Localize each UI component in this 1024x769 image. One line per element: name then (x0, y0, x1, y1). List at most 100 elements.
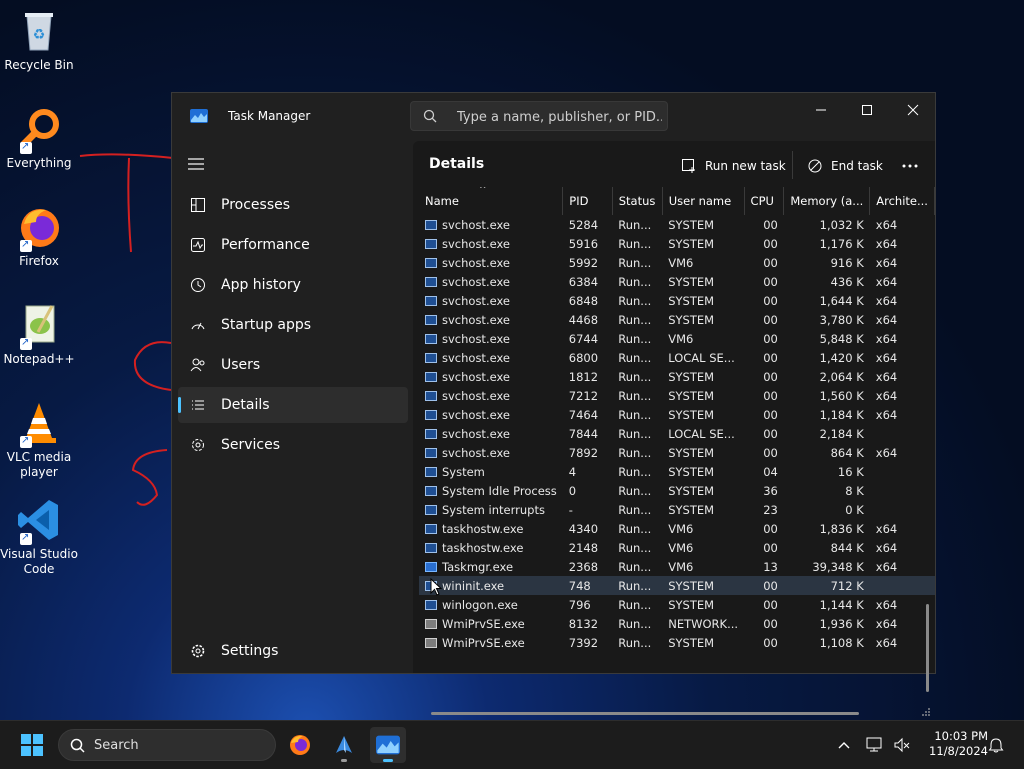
column-header-status[interactable]: Status (612, 187, 663, 215)
more-options-button[interactable] (901, 155, 927, 177)
desktop-icon-vscode[interactable]: Visual Studio Code (0, 497, 78, 577)
cell-cpu: 04 (763, 464, 778, 479)
sidebar-item-startup-apps[interactable]: Startup apps (178, 307, 408, 343)
table-row[interactable]: System interrupts - Run... SYSTEM 23 0 K (419, 500, 935, 519)
search-box[interactable] (410, 101, 668, 131)
cell-cpu: 00 (763, 217, 778, 232)
taskbar-firefox[interactable] (282, 727, 318, 763)
hamburger-menu-icon[interactable] (188, 157, 204, 171)
cell-memory: 1,144 K (819, 597, 864, 612)
resize-grip-icon[interactable] (921, 707, 931, 717)
running-indicator (341, 759, 347, 762)
taskbar-task-manager[interactable] (370, 727, 406, 763)
cell-architecture: x64 (875, 350, 898, 365)
sidebar-item-services[interactable]: Services (178, 427, 408, 463)
search-input[interactable] (455, 106, 664, 128)
cell-name: taskhostw.exe (419, 538, 563, 557)
sidebar-item-details[interactable]: Details (178, 387, 408, 423)
table-row[interactable]: svchost.exe 4468 Run... SYSTEM 00 3,780 K x64 (419, 310, 935, 329)
close-button[interactable] (890, 97, 936, 123)
process-name: svchost.exe (442, 293, 511, 308)
minimize-icon (816, 109, 826, 111)
table-row[interactable]: svchost.exe 7212 Run... SYSTEM 00 1,560 K x64 (419, 386, 935, 405)
desktop-icon-notepadpp[interactable]: Notepad++ (0, 302, 78, 367)
sidebar-item-app-history[interactable]: App history (178, 267, 408, 303)
start-button[interactable] (14, 727, 50, 763)
cell-status: Run... (618, 483, 652, 498)
table-row[interactable]: svchost.exe 6848 Run... SYSTEM 00 1,644 K x64 (419, 291, 935, 310)
sidebar-item-users[interactable]: Users (178, 347, 408, 383)
process-name: svchost.exe (442, 274, 511, 289)
table-row[interactable]: svchost.exe 6744 Run... VM6 00 5,848 K x64 (419, 329, 935, 348)
desktop-icon-recycle-bin[interactable]: ♻ Recycle Bin (0, 8, 78, 73)
cell-name: svchost.exe (419, 215, 563, 234)
desktop-icon-everything[interactable]: Everything (0, 106, 78, 171)
table-row[interactable]: svchost.exe 1812 Run... SYSTEM 00 2,064 K x64 (419, 367, 935, 386)
sidebar-item-label: Services (221, 437, 281, 453)
system-clock[interactable]: 10:03 PM 11/8/2024 (918, 729, 988, 759)
column-header-pid[interactable]: PID (562, 187, 613, 215)
table-row[interactable]: svchost.exe 6800 Run... LOCAL SE... 00 1,420 … (419, 348, 935, 367)
sidebar-item-settings[interactable]: Settings (178, 633, 408, 669)
cell-name: svchost.exe (419, 329, 563, 348)
table-row[interactable]: svchost.exe 5284 Run... SYSTEM 00 1,032 K x64 (419, 215, 935, 234)
run-new-task-button[interactable]: Run new task (681, 155, 786, 177)
table-row[interactable]: wininit.exe 748 Run... SYSTEM 00 712 K (419, 576, 935, 595)
cell-name: WmiPrvSE.exe (419, 633, 563, 652)
table-row[interactable]: WmiPrvSE.exe 8132 Run... NETWORK... 00 1,936 … (419, 614, 935, 633)
sidebar-item-performance[interactable]: Performance (178, 227, 408, 263)
horizontal-scrollbar[interactable] (431, 712, 859, 715)
table-row[interactable]: WmiPrvSE.exe 7392 Run... SYSTEM 00 1,108 K x64 (419, 633, 935, 652)
task-manager-window: Task Manager Processes Performance A (171, 92, 936, 716)
table-row[interactable]: svchost.exe 5916 Run... SYSTEM 00 1,176 K x64 (419, 234, 935, 253)
chevron-up-icon (838, 742, 850, 749)
cell-memory: 1,936 K (819, 616, 864, 631)
cell-architecture (870, 424, 935, 443)
table-row[interactable]: Taskmgr.exe 2368 Run... VM6 13 39,348 K x64 (419, 557, 935, 576)
column-header-name[interactable]: Name ^ (419, 187, 564, 215)
taskbar-app-pinned[interactable] (326, 727, 362, 763)
bell-icon (988, 738, 1004, 753)
cell-cpu: 00 (763, 635, 778, 650)
bird-app-icon (336, 736, 352, 753)
process-icon (425, 390, 437, 401)
maximize-button[interactable] (844, 97, 890, 123)
table-row[interactable]: winlogon.exe 796 Run... SYSTEM 00 1,144 K x64 (419, 595, 935, 614)
column-header-user-name[interactable]: User name (662, 187, 745, 215)
process-name: svchost.exe (442, 331, 511, 346)
cell-memory: 2,184 K (819, 426, 864, 441)
table-row[interactable]: taskhostw.exe 2148 Run... VM6 00 844 K x64 (419, 538, 935, 557)
process-name: svchost.exe (442, 407, 511, 422)
show-hidden-icons-button[interactable] (826, 727, 862, 763)
column-header-cpu[interactable]: CPU (744, 187, 785, 215)
taskbar-search[interactable]: Search (58, 729, 276, 761)
desktop-icon-firefox[interactable]: Firefox (0, 204, 78, 269)
table-row[interactable]: System Idle Process 0 Run... SYSTEM 36 8 K (419, 481, 935, 500)
cell-status: Run... (618, 502, 652, 517)
table-row[interactable]: svchost.exe 5992 Run... VM6 00 916 K x64 (419, 253, 935, 272)
sidebar-item-processes[interactable]: Processes (178, 187, 408, 223)
desktop-icon-vlc[interactable]: VLC media player (0, 400, 78, 480)
minimize-button[interactable] (798, 97, 844, 123)
cell-cpu: 00 (763, 236, 778, 251)
notifications-button[interactable] (982, 727, 1010, 763)
title-bar[interactable]: Task Manager (172, 93, 935, 139)
table-row[interactable]: taskhostw.exe 4340 Run... VM6 00 1,836 K x64 (419, 519, 935, 538)
table-row[interactable]: svchost.exe 6384 Run... SYSTEM 00 436 K x64 (419, 272, 935, 291)
cell-status: Run... (618, 635, 652, 650)
cell-cpu: 00 (763, 369, 778, 384)
network-button[interactable] (860, 727, 890, 763)
table-row[interactable]: svchost.exe 7464 Run... SYSTEM 00 1,184 K x64 (419, 405, 935, 424)
cell-name: svchost.exe (419, 405, 563, 424)
column-header-memory[interactable]: Memory (a... (783, 187, 871, 215)
table-row[interactable]: svchost.exe 7844 Run... LOCAL SE... 00 2,184 … (419, 424, 935, 443)
process-icon (425, 542, 437, 553)
end-task-button[interactable]: End task (807, 155, 883, 177)
table-row[interactable]: svchost.exe 7892 Run... SYSTEM 00 864 K x64 (419, 443, 935, 462)
column-header-architecture[interactable]: Archite... (869, 187, 935, 215)
vertical-scrollbar[interactable] (926, 604, 929, 692)
sidebar-item-label: Performance (221, 237, 310, 253)
volume-button[interactable] (887, 727, 917, 763)
table-row[interactable]: System 4 Run... SYSTEM 04 16 K (419, 462, 935, 481)
cell-architecture: x64 (875, 445, 898, 460)
